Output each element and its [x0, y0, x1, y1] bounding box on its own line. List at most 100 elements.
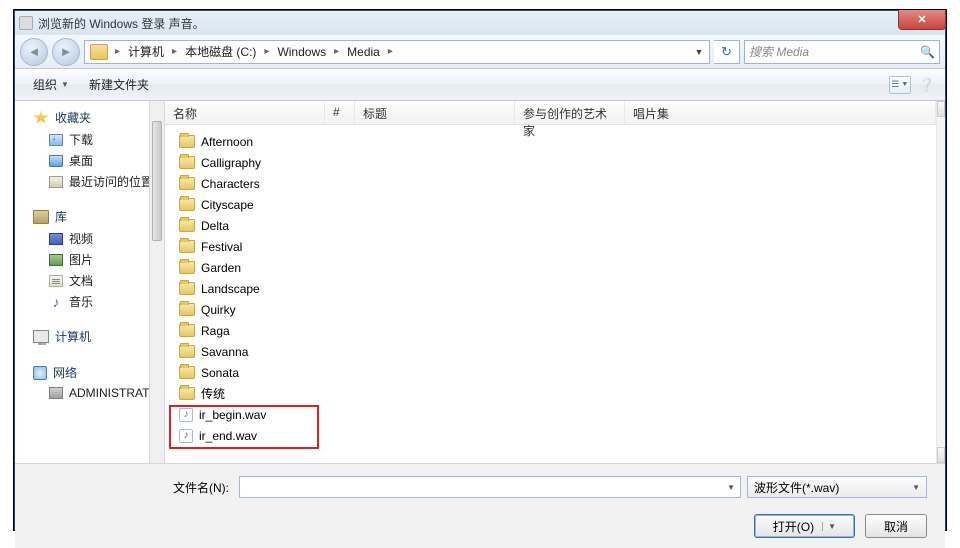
cancel-button[interactable]: 取消: [865, 514, 927, 538]
sidebar-item-videos[interactable]: 视频: [15, 228, 164, 249]
chevron-down-icon: ▼: [61, 80, 69, 89]
filename-input[interactable]: ▼: [239, 476, 741, 498]
column-artist[interactable]: 参与创作的艺术家: [515, 101, 625, 124]
breadcrumb-item[interactable]: 计算机: [124, 43, 168, 60]
folder-icon: [179, 366, 195, 379]
sidebar-item-administrator[interactable]: ADMINISTRATO: [15, 384, 164, 402]
scrollbar-thumb[interactable]: [152, 121, 162, 241]
folder-name: 传统: [201, 385, 225, 402]
folder-icon: [179, 156, 195, 169]
close-button[interactable]: ✕: [898, 10, 946, 30]
highlight-annotation: [169, 405, 319, 449]
column-number[interactable]: #: [325, 101, 355, 124]
breadcrumb-item[interactable]: 本地磁盘 (C:): [181, 43, 260, 60]
folder-row[interactable]: Cityscape: [171, 194, 930, 215]
folder-name: Garden: [201, 261, 241, 275]
folder-icon: [179, 324, 195, 337]
sidebar: 收藏夹 下载 桌面 最近访问的位置 库 视频 图片 文档 ♪音乐 计算机 网络 …: [15, 101, 165, 463]
folder-name: Calligraphy: [201, 156, 261, 170]
library-icon: [33, 210, 49, 224]
video-icon: [49, 233, 63, 245]
filetype-select[interactable]: 波形文件(*.wav)▼: [747, 476, 927, 498]
nav-bar: ◄ ► ▸ 计算机 ▸ 本地磁盘 (C:) ▸ Windows ▸ Media …: [15, 35, 945, 69]
sidebar-item-downloads[interactable]: 下载: [15, 129, 164, 150]
sidebar-item-music[interactable]: ♪音乐: [15, 291, 164, 312]
nav-back-button[interactable]: ◄: [20, 38, 48, 66]
folder-row[interactable]: Afternoon: [171, 131, 930, 152]
folder-icon: [179, 303, 195, 316]
folder-name: Savanna: [201, 345, 248, 359]
help-icon[interactable]: ❔: [919, 77, 935, 93]
folder-row[interactable]: Garden: [171, 257, 930, 278]
window-title: 浏览新的 Windows 登录 声音。: [38, 15, 205, 32]
folder-row[interactable]: Sonata: [171, 362, 930, 383]
filename-label: 文件名(N):: [15, 479, 233, 496]
titlebar: 浏览新的 Windows 登录 声音。 ✕: [15, 11, 945, 35]
chevron-right-icon: ▸: [332, 46, 341, 57]
sidebar-network-header[interactable]: 网络: [15, 361, 164, 384]
refresh-button[interactable]: ↻: [714, 40, 740, 64]
folder-icon: [179, 198, 195, 211]
document-icon: [49, 275, 63, 287]
music-icon: ♪: [49, 296, 63, 308]
folder-row[interactable]: 传统: [171, 383, 930, 404]
sidebar-computer-header[interactable]: 计算机: [15, 325, 164, 348]
folder-icon: [179, 261, 195, 274]
download-icon: [49, 134, 63, 146]
sound-icon: [19, 16, 33, 30]
sidebar-item-recent[interactable]: 最近访问的位置: [15, 171, 164, 192]
computer-icon: [33, 330, 49, 343]
column-name[interactable]: 名称: [165, 101, 325, 124]
open-dropdown[interactable]: ▼: [822, 522, 836, 531]
sidebar-item-documents[interactable]: 文档: [15, 270, 164, 291]
folder-row[interactable]: Quirky: [171, 299, 930, 320]
pc-icon: [49, 387, 63, 399]
column-headers: 名称 # 标题 参与创作的艺术家 唱片集: [165, 101, 936, 125]
chevron-right-icon: ▸: [262, 46, 271, 57]
sidebar-scrollbar[interactable]: [149, 101, 164, 463]
folder-icon: [179, 240, 195, 253]
sidebar-favorites-header[interactable]: 收藏夹: [15, 106, 164, 129]
toolbar: 组织▼ 新建文件夹 ☰ ▼ ❔: [15, 69, 945, 101]
breadcrumb[interactable]: ▸ 计算机 ▸ 本地磁盘 (C:) ▸ Windows ▸ Media ▸ ▼: [84, 40, 710, 64]
network-icon: [33, 366, 47, 380]
file-scrollbar[interactable]: [936, 101, 945, 463]
folder-row[interactable]: Delta: [171, 215, 930, 236]
organize-button[interactable]: 组织▼: [25, 73, 77, 96]
search-input[interactable]: 搜索 Media 🔍: [744, 40, 940, 64]
chevron-down-icon[interactable]: ▼: [722, 483, 740, 492]
breadcrumb-item[interactable]: Windows: [273, 45, 330, 59]
column-title[interactable]: 标题: [355, 101, 515, 124]
star-icon: [33, 111, 49, 125]
folder-name: Festival: [201, 240, 242, 254]
folder-row[interactable]: Landscape: [171, 278, 930, 299]
picture-icon: [49, 254, 63, 266]
folder-icon: [179, 345, 195, 358]
bottom-panel: 文件名(N): ▼ 波形文件(*.wav)▼ 打开(O)▼ 取消: [15, 463, 945, 548]
desktop-icon: [49, 155, 63, 167]
chevron-right-icon: ▸: [170, 46, 179, 57]
breadcrumb-dropdown[interactable]: ▼: [691, 47, 707, 57]
chevron-down-icon: ▼: [912, 483, 920, 492]
folder-row[interactable]: Raga: [171, 320, 930, 341]
sidebar-libraries-header[interactable]: 库: [15, 205, 164, 228]
view-options-button[interactable]: ☰ ▼: [889, 76, 911, 94]
sidebar-item-pictures[interactable]: 图片: [15, 249, 164, 270]
column-album[interactable]: 唱片集: [625, 101, 936, 124]
folder-row[interactable]: Calligraphy: [171, 152, 930, 173]
nav-forward-button[interactable]: ►: [52, 38, 80, 66]
folder-icon: [179, 177, 195, 190]
folder-name: Landscape: [201, 282, 260, 296]
folder-row[interactable]: Festival: [171, 236, 930, 257]
search-placeholder: 搜索 Media: [749, 43, 809, 60]
folder-icon: [179, 387, 195, 400]
folder-name: Characters: [201, 177, 260, 191]
open-button[interactable]: 打开(O)▼: [754, 514, 855, 538]
search-icon: 🔍: [920, 45, 935, 59]
folder-row[interactable]: Savanna: [171, 341, 930, 362]
folder-row[interactable]: Characters: [171, 173, 930, 194]
new-folder-button[interactable]: 新建文件夹: [81, 73, 157, 96]
breadcrumb-item[interactable]: Media: [343, 45, 384, 59]
sidebar-item-desktop[interactable]: 桌面: [15, 150, 164, 171]
folder-icon: [179, 135, 195, 148]
